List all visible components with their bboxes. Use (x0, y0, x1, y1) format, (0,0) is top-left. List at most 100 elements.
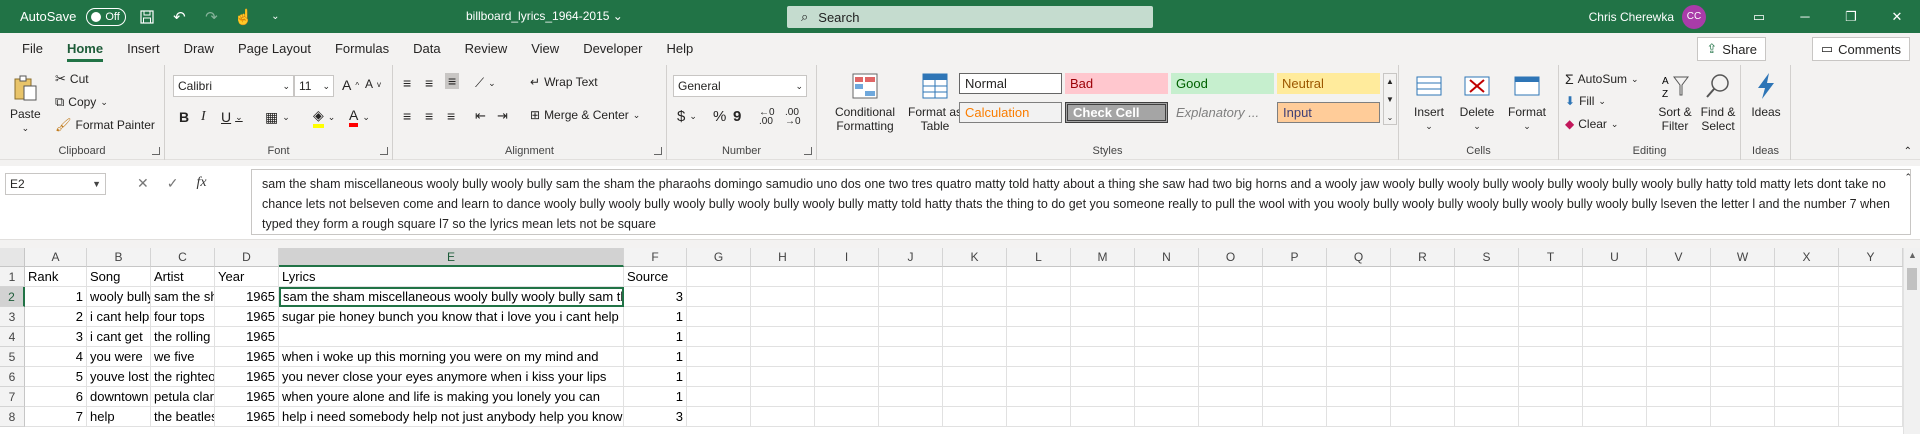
cell-k1[interactable] (943, 267, 1007, 287)
style-input[interactable]: Input (1277, 102, 1380, 123)
clear-button[interactable]: ◆ Clear ⌄ (1565, 117, 1618, 131)
cell-k3[interactable] (943, 307, 1007, 327)
percent-icon[interactable]: % (713, 108, 726, 125)
cell-j5[interactable] (879, 347, 943, 367)
cell-v6[interactable] (1647, 367, 1711, 387)
merge-center-button[interactable]: ⊞ Merge & Center ⌄ (530, 108, 640, 122)
tab-draw[interactable]: Draw (172, 33, 226, 65)
cell-r3[interactable] (1391, 307, 1455, 327)
avatar[interactable]: CC (1682, 4, 1706, 29)
cell-s1[interactable] (1455, 267, 1519, 287)
number-format-dropdown[interactable]: General ⌄ (673, 75, 807, 97)
column-header-q[interactable]: Q (1327, 248, 1391, 267)
cell-e6[interactable]: you never close your eyes anymore when i… (279, 367, 624, 387)
cell-x4[interactable] (1775, 327, 1839, 347)
cell-o8[interactable] (1199, 407, 1263, 427)
column-header-n[interactable]: N (1135, 248, 1199, 267)
cell-m6[interactable] (1071, 367, 1135, 387)
cell-l7[interactable] (1007, 387, 1071, 407)
format-painter-button[interactable]: 🖌 Format Painter (55, 117, 155, 133)
cell-q8[interactable] (1327, 407, 1391, 427)
fill-color-icon[interactable]: ◈ ⌄ (313, 107, 335, 128)
cell-b1[interactable]: Song (87, 267, 151, 287)
cell-o6[interactable] (1199, 367, 1263, 387)
cell-p5[interactable] (1263, 347, 1327, 367)
cell-m5[interactable] (1071, 347, 1135, 367)
decrease-decimal-icon[interactable]: .00 →0 (785, 108, 801, 127)
cut-button[interactable]: ✂ Cut (55, 71, 89, 87)
cell-p8[interactable] (1263, 407, 1327, 427)
cell-e4[interactable] (279, 327, 624, 347)
tab-developer[interactable]: Developer (571, 33, 654, 65)
cell-m2[interactable] (1071, 287, 1135, 307)
cell-n2[interactable] (1135, 287, 1199, 307)
autosave-toggle[interactable]: Off (86, 7, 127, 26)
cell-d6[interactable]: 1965 (215, 367, 279, 387)
comments-button[interactable]: ▭ Comments (1811, 37, 1910, 61)
ideas-button[interactable]: Ideas (1745, 71, 1787, 119)
save-icon[interactable] (136, 7, 158, 27)
italic-icon[interactable]: I (201, 109, 206, 125)
cell-n8[interactable] (1135, 407, 1199, 427)
cell-j2[interactable] (879, 287, 943, 307)
cell-p7[interactable] (1263, 387, 1327, 407)
cell-i6[interactable] (815, 367, 879, 387)
cell-r6[interactable] (1391, 367, 1455, 387)
align-center-icon[interactable]: ≡ (425, 108, 433, 124)
cell-r4[interactable] (1391, 327, 1455, 347)
tab-insert[interactable]: Insert (115, 33, 172, 65)
cell-o1[interactable] (1199, 267, 1263, 287)
column-header-i[interactable]: I (815, 248, 879, 267)
cell-k6[interactable] (943, 367, 1007, 387)
cell-f3[interactable]: 1 (624, 307, 687, 327)
comma-icon[interactable]: 9 (733, 108, 741, 125)
cell-t5[interactable] (1519, 347, 1583, 367)
cell-g5[interactable] (687, 347, 751, 367)
increase-font-icon[interactable]: A ^ (342, 77, 359, 93)
cell-i8[interactable] (815, 407, 879, 427)
cell-y3[interactable] (1839, 307, 1903, 327)
cell-i4[interactable] (815, 327, 879, 347)
collapse-ribbon-icon[interactable]: ⌃ (1904, 146, 1912, 157)
cell-c3[interactable]: four tops (151, 307, 215, 327)
cell-b2[interactable]: wooly bully (87, 287, 151, 307)
cell-a8[interactable]: 7 (25, 407, 87, 427)
cell-v2[interactable] (1647, 287, 1711, 307)
cell-t1[interactable] (1519, 267, 1583, 287)
customize-toolbar-icon[interactable]: ⌄ (264, 7, 286, 27)
cell-w5[interactable] (1711, 347, 1775, 367)
cell-q6[interactable] (1327, 367, 1391, 387)
cell-j3[interactable] (879, 307, 943, 327)
column-header-x[interactable]: X (1775, 248, 1839, 267)
cell-v1[interactable] (1647, 267, 1711, 287)
wrap-text-button[interactable]: ↵ Wrap Text (530, 75, 598, 89)
align-bottom-icon[interactable]: ≡ (445, 73, 460, 89)
style-normal[interactable]: Normal (959, 73, 1062, 94)
row-header[interactable]: 6 (0, 367, 25, 387)
cell-v5[interactable] (1647, 347, 1711, 367)
cell-d1[interactable]: Year (215, 267, 279, 287)
cell-b4[interactable]: i cant get (87, 327, 151, 347)
cell-h8[interactable] (751, 407, 815, 427)
cell-m8[interactable] (1071, 407, 1135, 427)
insert-cells-button[interactable]: Insert ⌄ (1407, 71, 1451, 133)
cell-g7[interactable] (687, 387, 751, 407)
row-header[interactable]: 7 (0, 387, 25, 407)
cell-n6[interactable] (1135, 367, 1199, 387)
decrease-indent-icon[interactable]: ⇤ (475, 108, 486, 124)
cell-c7[interactable]: petula clark (151, 387, 215, 407)
cell-n4[interactable] (1135, 327, 1199, 347)
cell-d3[interactable]: 1965 (215, 307, 279, 327)
cell-t4[interactable] (1519, 327, 1583, 347)
cell-b7[interactable]: downtown (87, 387, 151, 407)
align-left-icon[interactable]: ≡ (403, 108, 411, 124)
cell-e2[interactable]: sam the sham miscellaneous wooly bully w… (279, 287, 624, 307)
cell-t6[interactable] (1519, 367, 1583, 387)
cell-j7[interactable] (879, 387, 943, 407)
cell-w6[interactable] (1711, 367, 1775, 387)
share-button[interactable]: ⇪ Share (1697, 37, 1766, 61)
document-title[interactable]: billboard_lyrics_1964-2015 ⌄ (466, 9, 623, 23)
cell-l4[interactable] (1007, 327, 1071, 347)
tab-page-layout[interactable]: Page Layout (226, 33, 323, 65)
vertical-scrollbar[interactable]: ▲ (1903, 248, 1920, 434)
